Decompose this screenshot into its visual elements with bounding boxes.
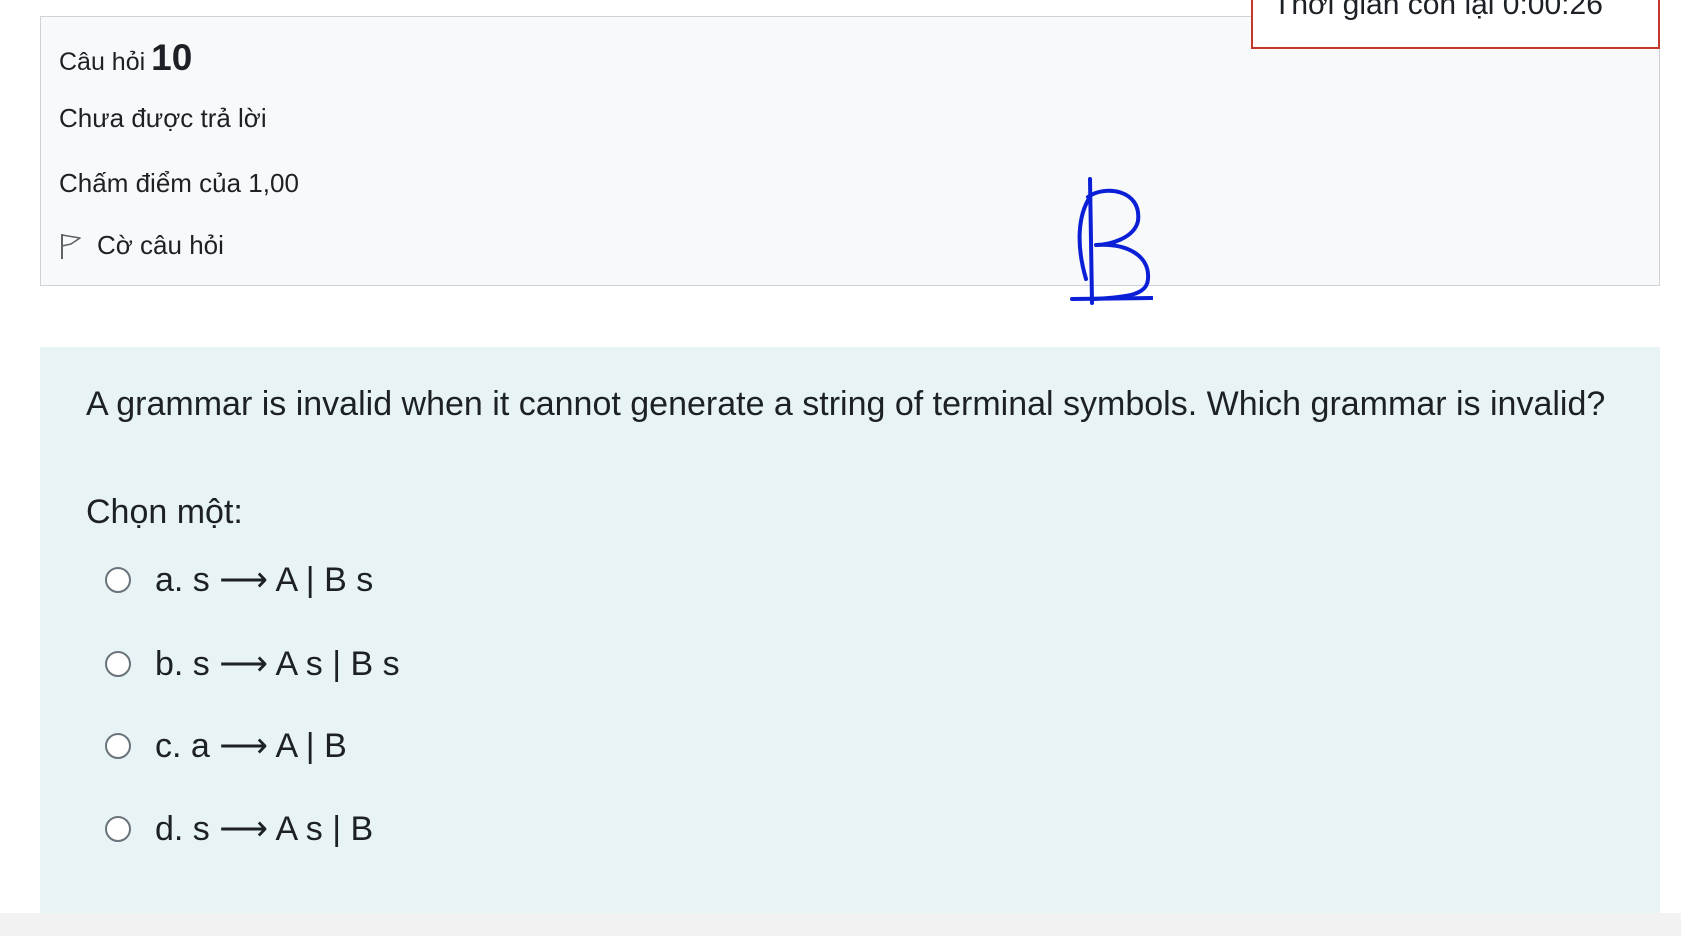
flag-icon <box>61 233 81 259</box>
question-number-label: Câu hỏi <box>59 48 146 76</box>
question-number: Câu hỏi 10 <box>59 37 192 79</box>
flag-question-link[interactable]: Cờ câu hỏi <box>59 230 224 261</box>
answer-option-b[interactable]: b. s ⟶ A s | B s <box>105 644 400 684</box>
radio-button-c[interactable] <box>105 733 131 759</box>
answer-option-b-label[interactable]: b. s ⟶ A s | B s <box>155 644 400 684</box>
flag-question-label: Cờ câu hỏi <box>97 230 224 260</box>
handwritten-b-annotation <box>1070 177 1153 305</box>
question-text: A grammar is invalid when it cannot gene… <box>86 385 1606 423</box>
radio-button-b[interactable] <box>105 651 131 677</box>
radio-button-d[interactable] <box>105 816 131 842</box>
answer-option-a-label[interactable]: a. s ⟶ A | B s <box>155 560 373 600</box>
time-remaining-text: Thời gian còn lại 0:00:26 <box>1273 0 1603 21</box>
quiz-page: Câu hỏi 10 Chưa được trả lời Chấm điểm củ… <box>0 0 1681 936</box>
answer-option-c[interactable]: c. a ⟶ A | B <box>105 726 347 766</box>
answer-option-d[interactable]: d. s ⟶ A s | B <box>105 809 373 849</box>
page-bottom-edge <box>0 913 1681 936</box>
radio-button-a[interactable] <box>105 567 131 593</box>
question-state: Chưa được trả lời <box>59 103 267 133</box>
answer-option-c-label[interactable]: c. a ⟶ A | B <box>155 726 347 766</box>
question-content-panel: A grammar is invalid when it cannot gene… <box>40 347 1660 913</box>
question-grade: Chấm điểm của 1,00 <box>59 168 299 198</box>
question-info-panel: Câu hỏi 10 Chưa được trả lời Chấm điểm củ… <box>40 16 1660 286</box>
time-remaining-box: Thời gian còn lại 0:00:26 <box>1251 0 1660 49</box>
answer-option-a[interactable]: a. s ⟶ A | B s <box>105 560 373 600</box>
answer-option-d-label[interactable]: d. s ⟶ A s | B <box>155 809 373 849</box>
answer-prompt: Chọn một: <box>86 493 243 531</box>
question-number-value: 10 <box>151 37 193 78</box>
